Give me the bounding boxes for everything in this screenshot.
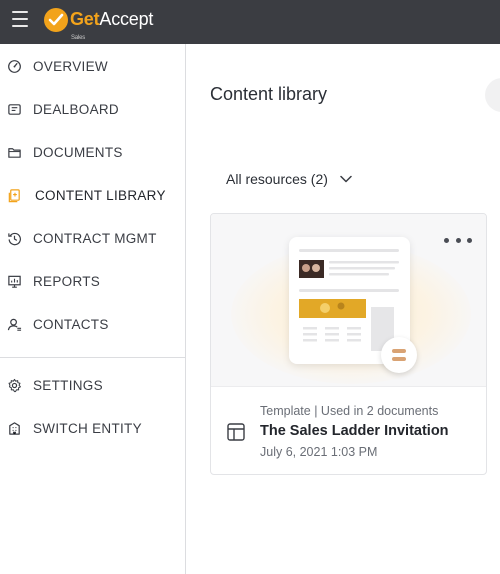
hamburger-menu-icon[interactable]: [12, 11, 28, 29]
page-title: Content library: [210, 84, 328, 104]
content-card[interactable]: Template | Used in 2 documents The Sales…: [210, 213, 487, 475]
card-title: The Sales Ladder Invitation: [260, 423, 449, 439]
card-date: July 6, 2021 1:03 PM: [260, 445, 378, 459]
sidebar-item-reports[interactable]: REPORTS: [0, 264, 185, 298]
sidebar-item-content-library[interactable]: CONTENT LIBRARY: [0, 178, 185, 212]
sidebar: OVERVIEW DEALBOARD DOCUMENTS CONTENT LIB…: [0, 44, 186, 574]
building-icon: [6, 420, 22, 436]
search-button-edge[interactable]: [485, 78, 500, 112]
folder-icon: [6, 144, 22, 160]
sidebar-item-label: REPORTS: [33, 273, 101, 289]
sidebar-item-settings[interactable]: SETTINGS: [0, 368, 185, 402]
resource-filter-dropdown[interactable]: All resources (2): [226, 170, 352, 188]
dealboard-icon: [6, 101, 22, 117]
filter-label: All resources (2): [226, 171, 328, 187]
sidebar-item-label: DOCUMENTS: [33, 144, 123, 160]
more-options-icon[interactable]: [444, 234, 472, 246]
logo-check-icon: [44, 8, 68, 32]
sidebar-item-label: CONTENT LIBRARY: [35, 187, 166, 203]
sidebar-item-dealboard[interactable]: DEALBOARD: [0, 92, 185, 126]
sidebar-item-label: SWITCH ENTITY: [33, 420, 142, 436]
logo-text: GetAccept Sales: [70, 8, 153, 41]
card-preview: [211, 214, 486, 387]
sidebar-item-documents[interactable]: DOCUMENTS: [0, 135, 185, 169]
sidebar-item-switch-entity[interactable]: SWITCH ENTITY: [0, 411, 185, 445]
sidebar-item-contacts[interactable]: CONTACTS: [0, 307, 185, 341]
sidebar-item-overview[interactable]: OVERVIEW: [0, 49, 185, 83]
gear-icon: [6, 377, 22, 393]
template-layout-icon: [226, 422, 246, 442]
sidebar-item-label: CONTACTS: [33, 316, 109, 332]
gauge-icon: [6, 58, 22, 74]
getaccept-logo[interactable]: GetAccept Sales: [44, 8, 153, 41]
sidebar-item-label: OVERVIEW: [33, 58, 108, 74]
sidebar-item-label: SETTINGS: [33, 377, 103, 393]
template-badge-icon: [381, 337, 417, 373]
chevron-down-icon: [340, 170, 352, 188]
sidebar-item-label: CONTRACT MGMT: [33, 230, 157, 246]
card-info: Template | Used in 2 documents The Sales…: [211, 388, 486, 474]
sidebar-item-label: DEALBOARD: [33, 101, 119, 117]
history-icon: [6, 230, 22, 246]
report-icon: [6, 273, 22, 289]
content-library-icon: [6, 187, 22, 203]
sidebar-item-contract-mgmt[interactable]: CONTRACT MGMT: [0, 221, 185, 255]
top-bar: GetAccept Sales: [0, 0, 500, 44]
sidebar-divider: [0, 357, 185, 358]
contacts-icon: [6, 316, 22, 332]
card-meta: Template | Used in 2 documents: [260, 404, 439, 418]
